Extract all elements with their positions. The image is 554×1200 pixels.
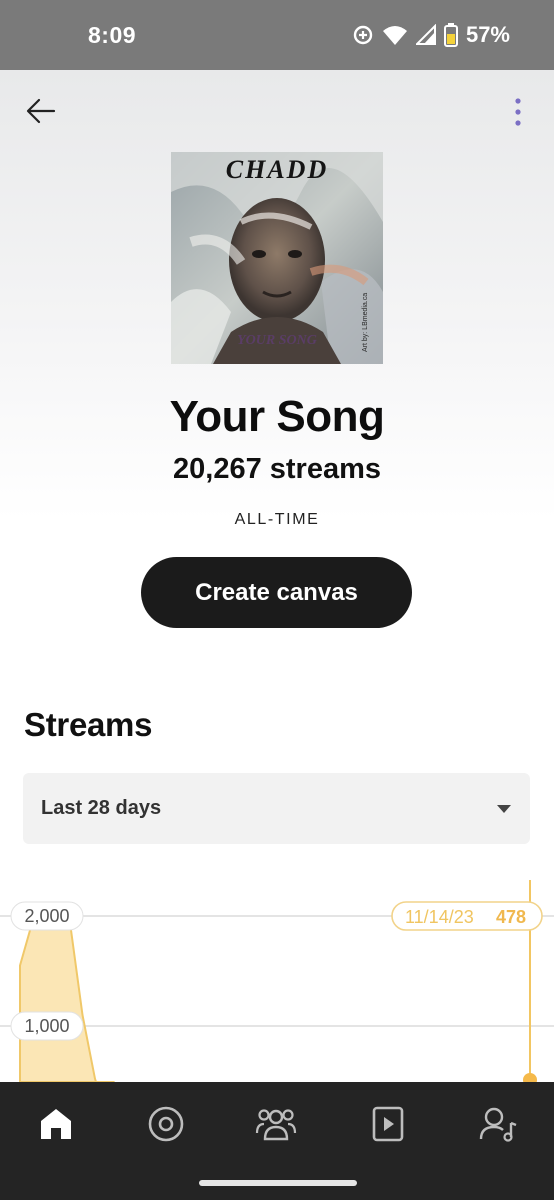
data-saver-icon bbox=[353, 25, 373, 45]
back-button[interactable] bbox=[22, 94, 60, 128]
play-square-icon bbox=[372, 1106, 404, 1142]
disc-icon bbox=[148, 1106, 184, 1142]
battery-percent: 57% bbox=[465, 22, 510, 47]
chart-tooltip: 11/14/23 478 bbox=[391, 901, 543, 931]
audience-icon bbox=[255, 1109, 297, 1141]
home-icon bbox=[41, 1109, 71, 1139]
create-canvas-button[interactable]: Create canvas bbox=[141, 557, 412, 628]
streams-section-title: Streams bbox=[24, 706, 153, 743]
status-icons: 57% bbox=[352, 22, 510, 48]
status-bar: 8:09 57% bbox=[0, 0, 554, 70]
nav-profile[interactable] bbox=[476, 1102, 520, 1146]
caret-down-icon bbox=[497, 804, 511, 813]
cover-credit-text: Art by: LBmedia.ca bbox=[362, 293, 369, 352]
period-dropdown[interactable]: Last 28 days bbox=[23, 773, 530, 844]
cellular-signal-icon bbox=[415, 24, 436, 45]
y-tick-label: 2,000 bbox=[24, 906, 69, 926]
period-dropdown-value: Last 28 days bbox=[41, 797, 162, 819]
tooltip-value: 478 bbox=[496, 907, 526, 927]
streams-chart[interactable]: 2,000 1,000 11/14/23 478 bbox=[0, 880, 554, 1082]
artist-profile-icon bbox=[479, 1107, 517, 1142]
tooltip-point bbox=[523, 1073, 537, 1082]
status-time: 8:09 bbox=[88, 21, 137, 48]
cover-title-text: YOUR SONG bbox=[237, 333, 317, 348]
album-cover: CHADD YOUR SONG Art by: LBmedia.ca bbox=[171, 152, 383, 364]
more-vertical-icon bbox=[515, 98, 521, 126]
wifi-icon bbox=[382, 26, 407, 45]
cover-artist-text: CHADD bbox=[226, 155, 328, 184]
stream-range-label: ALL-TIME bbox=[234, 511, 320, 528]
y-tick-label: 1,000 bbox=[24, 1016, 69, 1036]
nav-audience[interactable] bbox=[254, 1102, 298, 1146]
total-streams: 20,267 streams bbox=[173, 453, 381, 485]
nav-home[interactable] bbox=[34, 1102, 78, 1146]
nav-campaigns[interactable] bbox=[366, 1102, 410, 1146]
battery-icon bbox=[443, 23, 458, 47]
arrow-left-icon bbox=[26, 98, 56, 124]
streams-area bbox=[19, 919, 115, 1082]
tooltip-date: 11/14/23 bbox=[405, 907, 474, 927]
song-title: Your Song bbox=[169, 392, 385, 441]
more-options-button[interactable] bbox=[504, 94, 532, 130]
nav-music[interactable] bbox=[144, 1102, 188, 1146]
home-indicator[interactable] bbox=[199, 1180, 357, 1186]
